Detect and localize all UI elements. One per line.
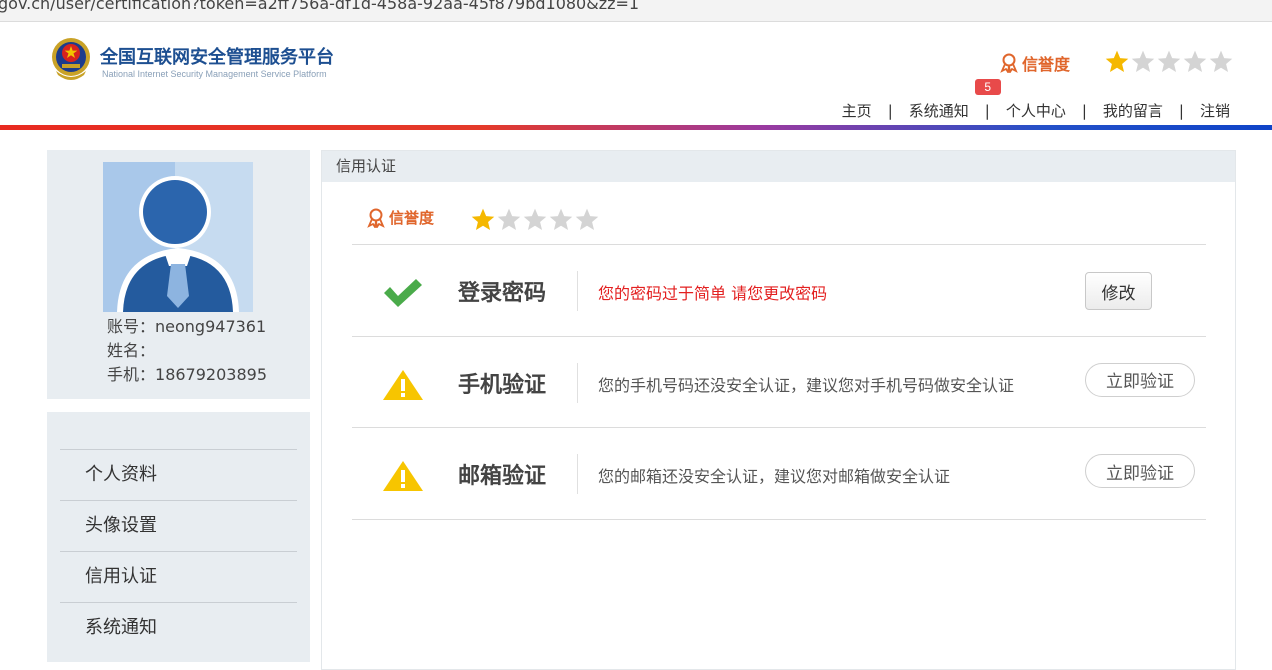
check-icon [384,279,422,307]
security-list: 登录密码 您的密码过于简单 请您更改密码 修改 手机验证 您的手机号码还没安全认… [352,244,1206,520]
account-row: 账号：neong947361 [107,317,267,336]
panel-title: 信用认证 [322,151,1235,182]
nav-label: 注销 [1199,102,1230,120]
nav-separator: | [984,101,990,120]
site-header: 全国互联网安全管理服务平台 National Internet Security… [0,23,1272,125]
address-bar[interactable]: gov.cn/user/certification?token=a2ff756a… [0,0,1272,22]
nav-label: 系统通知 [908,102,969,120]
row-divider [577,271,578,311]
police-emblem-icon [52,38,90,80]
security-row-title: 登录密码 [458,281,547,306]
star-filled-icon [471,208,495,230]
sidebar-item-avatar-settings[interactable]: 头像设置 [60,500,297,551]
nav-system-notice[interactable]: 系统通知 5 [908,79,1001,121]
row-divider [577,454,578,494]
star-empty-icon [1157,50,1181,72]
star-empty-icon [1131,50,1155,72]
account-value: neong947361 [155,317,267,336]
sidebar-item-profile[interactable]: 个人资料 [60,449,297,500]
header-divider [0,125,1272,130]
nav-home[interactable]: 主页 [842,100,872,121]
name-row: 姓名： [107,341,156,360]
security-row-desc: 您的手机号码还没安全认证，建议您对手机号码做安全认证 [598,375,1015,395]
top-navigation: 主页 | 系统通知 5 | 个人中心 | 我的留言 | 注销 [842,79,1230,121]
panel-credit: 信誉度 [367,207,434,228]
profile-card: 账号：neong947361 姓名： 手机：18679203895 [47,150,310,399]
nav-label: 主页 [841,102,872,120]
panel-credit-label: 信誉度 [389,209,435,227]
nav-label: 个人中心 [1005,102,1066,120]
security-row-desc: 您的密码过于简单 请您更改密码 [598,284,828,303]
brand-title: 全国互联网安全管理服务平台 [100,47,334,68]
security-row-desc: 您的邮箱还没安全认证，建议您对邮箱做安全认证 [598,467,951,486]
header-credit: 信誉度 [1000,51,1070,75]
certification-panel: 信用认证 信誉度 登录密码 您的密码过于简单 请您更改密码 修改 手机验证 您的… [321,150,1236,670]
phone-value: 18679203895 [155,365,267,384]
star-empty-icon [1183,50,1207,72]
star-empty-icon [497,208,521,230]
security-row-email: 邮箱验证 您的邮箱还没安全认证，建议您对邮箱做安全认证 立即验证 [352,428,1206,520]
nav-separator: | [1178,101,1184,120]
star-empty-icon [523,208,547,230]
address-bar-text: gov.cn/user/certification?token=a2ff756a… [0,0,640,13]
star-filled-icon [1105,50,1129,72]
nav-personal-center[interactable]: 个人中心 [1006,100,1066,121]
star-empty-icon [549,208,573,230]
medal-icon [1000,53,1018,73]
medal-icon [367,208,385,228]
nav-logout[interactable]: 注销 [1200,100,1230,121]
row-divider [577,362,578,403]
modify-password-button[interactable]: 修改 [1085,272,1152,310]
verify-phone-button[interactable]: 立即验证 [1085,362,1195,397]
notification-badge: 5 [974,79,1001,95]
panel-credit-stars [470,207,600,233]
nav-label: 我的留言 [1102,102,1163,120]
security-row-phone: 手机验证 您的手机号码还没安全认证，建议您对手机号码做安全认证 立即验证 [352,337,1206,428]
warning-icon [383,369,423,400]
sidebar-menu: 个人资料 头像设置 信用认证 系统通知 [47,412,310,662]
warning-icon [383,461,423,491]
sidebar-item-credit-certification[interactable]: 信用认证 [60,551,297,602]
nav-my-messages[interactable]: 我的留言 [1103,100,1163,121]
sidebar-item-system-notice[interactable]: 系统通知 [60,602,297,653]
avatar-icon [103,162,253,312]
header-credit-label: 信誉度 [1022,55,1071,74]
security-row-title: 邮箱验证 [458,464,547,489]
profile-info: 账号：neong947361 姓名： 手机：18679203895 [107,315,267,387]
phone-row: 手机：18679203895 [107,365,267,384]
brand-subtitle: National Internet Security Management Se… [102,69,327,79]
header-credit-stars [1104,49,1234,75]
star-empty-icon [575,208,599,230]
nav-separator: | [887,101,893,120]
security-row-password: 登录密码 您的密码过于简单 请您更改密码 修改 [352,245,1206,337]
nav-separator: | [1081,101,1087,120]
star-empty-icon [1209,50,1233,72]
security-row-title: 手机验证 [458,372,547,398]
verify-email-button[interactable]: 立即验证 [1085,454,1195,488]
